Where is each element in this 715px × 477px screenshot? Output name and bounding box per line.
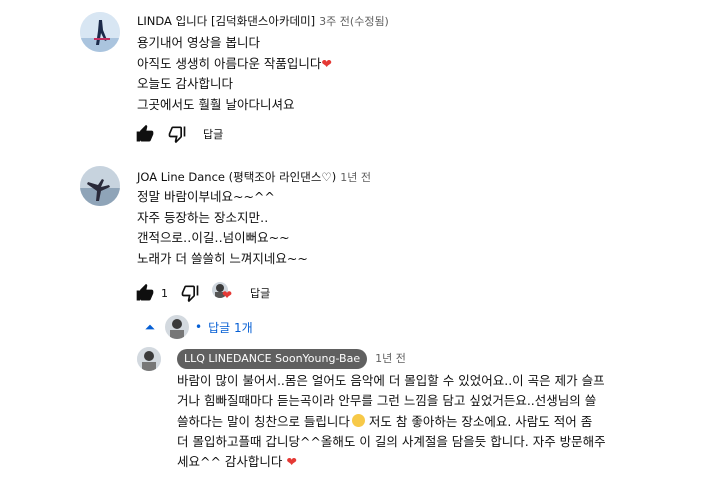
heart-icon: ❤ bbox=[321, 55, 332, 71]
comment-time[interactable]: 3주 전(수정됨) bbox=[319, 15, 389, 28]
reply-line: 바람이 많이 불어서..몸은 얼어도 음악에 더 몰입할 수 있었어요..이 곡… bbox=[177, 373, 605, 388]
comment-text: 정말 바람이부네요~~^^ 자주 등장하는 장소지만‥ 갠적으로‥이길‥넘이뻐요… bbox=[137, 187, 308, 269]
comment-line: 오늘도 감사합니다 bbox=[137, 76, 233, 91]
avatar[interactable] bbox=[137, 347, 161, 371]
comment-line: 갠적으로‥이길‥넘이뻐요~~ bbox=[137, 230, 290, 245]
heart-icon: ❤ bbox=[222, 288, 233, 302]
like-button[interactable] bbox=[135, 283, 155, 303]
reply-line: 거나 힘빠질때마다 듣는곡이라 안무를 그런 느낌을 담고 싶었거든요..선생님… bbox=[177, 393, 597, 409]
creator-avatar bbox=[165, 315, 189, 339]
comment-actions: 답글 bbox=[135, 124, 223, 144]
replies-toggle[interactable]: • 답글 1개 bbox=[143, 315, 253, 339]
comment-author-line: JOA Line Dance (평택조아 라인댄스♡) 1년 전 bbox=[137, 169, 371, 185]
avatar[interactable] bbox=[80, 12, 120, 52]
thumbs-up-icon bbox=[136, 124, 154, 142]
bullet: • bbox=[195, 320, 203, 334]
like-count: 1 bbox=[161, 286, 168, 300]
comment-line: 자주 등장하는 장소지만‥ bbox=[137, 209, 269, 225]
creator-heart-badge: ❤ bbox=[212, 282, 234, 304]
reply-author-chip[interactable]: LLQ LINEDANCE SoonYoung-Bae bbox=[177, 349, 368, 369]
comment-author-line: LINDA 입니다 [김덕화댄스아카데미] 3주 전(수정됨) bbox=[137, 13, 389, 29]
reply-time[interactable]: 1년 전 bbox=[375, 352, 406, 365]
reply-button[interactable]: 답글 bbox=[203, 126, 223, 142]
heart-icon: ❤ bbox=[286, 454, 297, 470]
reply-line: 쓸하다는 말이 칭찬으로 들립니다 저도 참 좋아하는 장소에요. 사람도 적어… bbox=[177, 413, 593, 429]
avatar[interactable] bbox=[80, 166, 120, 206]
comment-line: 용기내어 영상을 봅니다 bbox=[137, 35, 260, 50]
reply-line: 더 몰입하고플때 갑니당^^올해도 이 길의 사계절을 담을듯 합니다. 자주 … bbox=[177, 433, 606, 449]
comment-line: 그곳에서도 훨훨 날아다니셔요 bbox=[137, 96, 295, 112]
smile-icon bbox=[351, 413, 365, 427]
comment-line: 정말 바람이부네요~~^^ bbox=[137, 189, 275, 204]
comment-time[interactable]: 1년 전 bbox=[340, 171, 371, 184]
dislike-button[interactable] bbox=[167, 124, 187, 144]
reply-button[interactable]: 답글 bbox=[250, 285, 270, 301]
comment-text: 용기내어 영상을 봅니다 아직도 생생히 아름다운 작품입니다❤ 오늘도 감사합… bbox=[137, 33, 332, 115]
thumbs-down-icon bbox=[181, 285, 199, 303]
comment-line: 아직도 생생히 아름다운 작품입니다❤ bbox=[137, 55, 332, 71]
thumbs-down-icon bbox=[168, 126, 186, 144]
reply-line: 세요^^ 감사합니다 ❤ bbox=[177, 454, 297, 470]
comment-author[interactable]: LINDA 입니다 [김덕화댄스아카데미] bbox=[137, 14, 315, 28]
reply-text: 바람이 많이 불어서..몸은 얼어도 음악에 더 몰입할 수 있었어요..이 곡… bbox=[177, 371, 606, 472]
comment-line: 노래가 더 쓸쓸히 느껴지네요~~ bbox=[137, 250, 308, 266]
thumbs-up-icon bbox=[136, 283, 154, 301]
chevron-up-icon bbox=[145, 324, 155, 330]
replies-count[interactable]: 답글 1개 bbox=[208, 319, 253, 336]
reply-author-line: LLQ LINEDANCE SoonYoung-Bae 1년 전 bbox=[177, 349, 406, 369]
comment-actions: 1 ❤ 답글 bbox=[135, 282, 270, 304]
comment-author[interactable]: JOA Line Dance (평택조아 라인댄스♡) bbox=[137, 170, 336, 184]
dislike-button[interactable] bbox=[180, 283, 200, 303]
like-button[interactable] bbox=[135, 124, 155, 144]
